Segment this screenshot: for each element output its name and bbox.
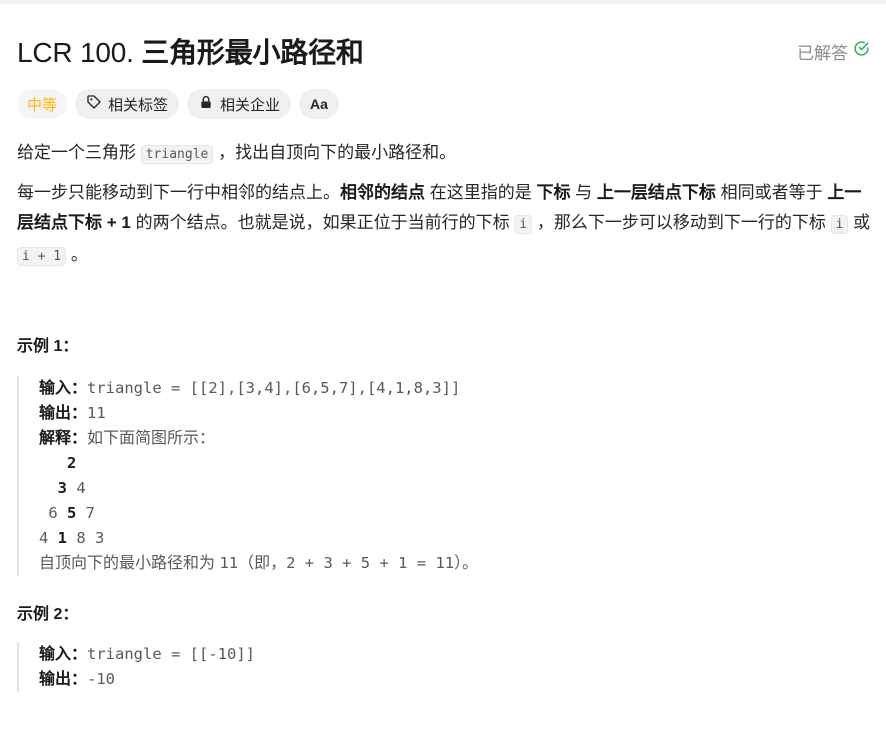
value: 4 — [39, 529, 58, 547]
path-value: 2 — [67, 454, 77, 472]
related-companies-button[interactable]: 相关企业 — [187, 89, 292, 119]
example-2-block: 输入：triangle = [[-10]] 输出：-10 — [17, 642, 255, 692]
path-value: 5 — [67, 504, 77, 522]
problem-title[interactable]: LCR 100. 三角形最小路径和 — [17, 31, 364, 71]
check-circle-icon — [853, 40, 870, 62]
output-value: -10 — [87, 670, 116, 688]
example-1-explain: 解释：如下面简图所示： — [39, 426, 478, 451]
summary-end: ）。 — [454, 555, 479, 572]
bold-text: 上一层结点下标 — [596, 183, 716, 202]
input-label: 输入： — [39, 380, 88, 397]
inline-code: i — [514, 215, 533, 234]
problem-title-text: 三角形最小路径和 — [141, 37, 364, 68]
difficulty-badge: 中等 — [17, 89, 68, 119]
text: 或 — [848, 213, 871, 232]
inline-code: i — [830, 215, 849, 234]
example-1-summary: 自顶向下的最小路径和为 11（即，2 + 3 + 5 + 1 = 11）。 — [39, 551, 478, 576]
example-2-input: 输入：triangle = [[-10]] — [39, 642, 255, 667]
related-tags-button[interactable]: 相关标签 — [75, 89, 180, 119]
translate-button[interactable]: Aa — [299, 89, 339, 119]
text: 与 — [570, 183, 597, 202]
tag-icon — [86, 94, 102, 114]
explain-value: 如下面简图所示： — [87, 430, 216, 447]
path-value: 3 — [57, 479, 68, 497]
text: ，找出自顶向下的最小路径和。 — [213, 143, 457, 162]
related-companies-label: 相关企业 — [220, 96, 281, 114]
top-divider — [0, 0, 886, 4]
problem-number: LCR 100. — [17, 37, 134, 68]
solved-label: 已解答 — [797, 43, 848, 63]
text: 相同或者等于 — [715, 183, 828, 202]
problem-header: LCR 100. 三角形最小路径和 已解答 — [17, 33, 870, 69]
value: 4 — [67, 479, 86, 497]
output-label: 输出： — [39, 671, 88, 688]
text: 的两个结点。也就是说，如果正位于当前行的下标 — [130, 213, 515, 232]
summary-paren: （即， — [238, 555, 287, 572]
solved-status: 已解答 — [797, 39, 870, 64]
description-paragraph-1: 给定一个三角形 triangle ，找出自顶向下的最小路径和。 — [17, 138, 872, 170]
output-label: 输出： — [39, 405, 88, 422]
problem-description: 给定一个三角形 triangle ，找出自顶向下的最小路径和。 每一步只能移动到… — [17, 138, 872, 272]
input-value: triangle = [[-10]] — [87, 645, 255, 663]
description-paragraph-2: 每一步只能移动到下一行中相邻的结点上。相邻的结点 在这里指的是 下标 与 上一层… — [17, 178, 872, 272]
summary-equation: 2 + 3 + 5 + 1 = 11 — [286, 554, 455, 572]
example-1-output: 输出：11 — [39, 401, 478, 426]
text: ，那么下一步可以移动到下一行的下标 — [532, 213, 831, 232]
text: 每一步只能移动到下一行中相邻的结点上。 — [17, 183, 340, 202]
bold-text: 相邻的结点 — [340, 183, 425, 202]
triangle-row-1: 2 — [39, 451, 478, 476]
tag-row: 中等 相关标签 相关企业 Aa — [17, 89, 339, 119]
text: 。 — [66, 245, 88, 264]
triangle-row-3: 6 5 7 — [39, 501, 478, 526]
inline-code: i + 1 — [17, 247, 67, 266]
summary-number: 11 — [219, 554, 239, 572]
text: 在这里指的是 — [425, 183, 537, 202]
example-1-title: 示例 1： — [17, 338, 79, 355]
value: 6 — [39, 504, 67, 522]
pad — [39, 454, 67, 472]
input-value: triangle = [[2],[3,4],[6,5,7],[4,1,8,3]] — [87, 379, 461, 397]
output-value: 11 — [87, 404, 106, 422]
pad — [39, 479, 58, 497]
difficulty-label: 中等 — [27, 96, 58, 114]
translate-icon: Aa — [310, 96, 328, 112]
value: 8 3 — [67, 529, 105, 547]
example-1-input: 输入：triangle = [[2],[3,4],[6,5,7],[4,1,8,… — [39, 376, 478, 401]
example-2-output: 输出：-10 — [39, 667, 255, 692]
triangle-row-2: 3 4 — [39, 476, 478, 501]
lock-icon — [198, 94, 214, 114]
example-2-title: 示例 2： — [17, 606, 79, 623]
value: 7 — [76, 504, 96, 522]
summary-text: 自顶向下的最小路径和为 — [39, 555, 220, 572]
inline-code: triangle — [140, 145, 214, 164]
text: 给定一个三角形 — [17, 143, 141, 162]
bold-text: 下标 — [536, 183, 571, 202]
explain-label: 解释： — [39, 430, 88, 447]
related-tags-label: 相关标签 — [108, 96, 169, 114]
input-label: 输入： — [39, 646, 88, 663]
triangle-row-4: 4 1 8 3 — [39, 526, 478, 551]
path-value: 1 — [57, 529, 68, 547]
example-1-block: 输入：triangle = [[2],[3,4],[6,5,7],[4,1,8,… — [17, 376, 478, 576]
